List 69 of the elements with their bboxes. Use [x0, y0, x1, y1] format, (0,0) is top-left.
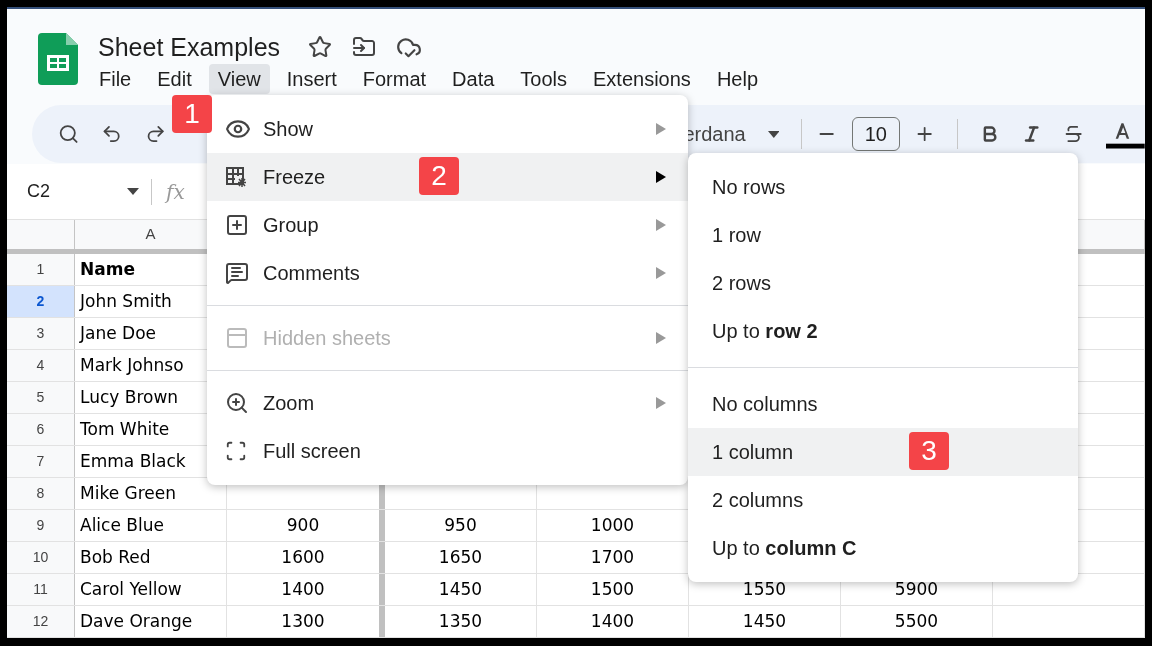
table-cell: 5500: [841, 606, 993, 637]
submenu-item[interactable]: Up to row 2: [688, 307, 1078, 355]
table-cell: 950: [385, 510, 537, 541]
menu-bar-item[interactable]: Data: [443, 64, 504, 94]
submenu-item[interactable]: 2 rows: [688, 259, 1078, 307]
menu-bar-item[interactable]: Tools: [511, 64, 577, 94]
table-cell: 900: [227, 510, 385, 541]
table-cell: 1450: [689, 606, 841, 637]
row-header[interactable]: 2: [7, 286, 75, 317]
table-cell: 1450: [385, 574, 537, 605]
step-badge: 2: [419, 157, 459, 195]
menu-bar-item[interactable]: Insert: [277, 64, 346, 94]
submenu-arrow-icon: [656, 123, 666, 135]
font-size-field[interactable]: 10: [851, 117, 900, 151]
menu-bar-item[interactable]: Format: [353, 64, 436, 94]
document-title[interactable]: Sheet Examples: [98, 31, 281, 63]
menu-bar-item[interactable]: Extensions: [584, 64, 700, 94]
row-header[interactable]: 7: [7, 446, 75, 477]
table-cell: Bob Red: [75, 542, 227, 573]
row-header[interactable]: 5: [7, 382, 75, 413]
menu-bar-item[interactable]: View: [208, 64, 270, 94]
submenu-arrow-icon: [656, 397, 666, 409]
plus-square-icon: [225, 213, 249, 237]
submenu-item[interactable]: No columns: [688, 380, 1078, 428]
menu-bar-item[interactable]: Help: [707, 64, 767, 94]
grid-icon: [225, 166, 247, 188]
table-cell: 1400: [537, 606, 689, 637]
search-icon[interactable]: [58, 123, 80, 145]
table-cell: Alice Blue: [75, 510, 227, 541]
row-header[interactable]: 3: [7, 318, 75, 349]
table-cell: 1400: [227, 574, 385, 605]
table-cell: 1600: [227, 542, 385, 573]
row-header[interactable]: 1: [7, 254, 75, 285]
row-header[interactable]: 12: [7, 606, 75, 637]
submenu-arrow-icon: [656, 267, 666, 279]
table-cell: 1300: [227, 606, 385, 637]
function-icon: fx: [166, 176, 185, 207]
row-header[interactable]: 8: [7, 478, 75, 509]
menu-bar-item[interactable]: File: [90, 64, 141, 94]
window-icon: [225, 326, 249, 350]
folder-icon[interactable]: [352, 35, 377, 59]
submenu-item[interactable]: Up to column C: [688, 524, 1078, 572]
step-badge: 3: [909, 432, 949, 470]
row-header[interactable]: 4: [7, 350, 75, 381]
table-cell: 1350: [385, 606, 537, 637]
name-box[interactable]: C2: [27, 178, 127, 205]
submenu-arrow-icon: [656, 171, 666, 183]
menu-bar-item[interactable]: Edit: [148, 64, 201, 94]
table-cell: 1650: [385, 542, 537, 573]
row-header[interactable]: 10: [7, 542, 75, 573]
row-header[interactable]: 9: [7, 510, 75, 541]
dropdown-caret-icon: [127, 188, 139, 195]
full-screen-icon: [225, 440, 247, 462]
undo-icon[interactable]: [101, 123, 123, 145]
submenu-item[interactable]: 1 row: [688, 211, 1078, 259]
submenu-arrow-icon: [656, 219, 666, 231]
star-icon[interactable]: [308, 35, 333, 59]
row-header[interactable]: 11: [7, 574, 75, 605]
row-header[interactable]: 6: [7, 414, 75, 445]
sheets-logo[interactable]: [38, 33, 78, 85]
submenu-item[interactable]: 2 columns: [688, 476, 1078, 524]
submenu-arrow-icon: [656, 332, 666, 344]
submenu-item[interactable]: No rows: [688, 163, 1078, 211]
table-cell: Carol Yellow: [75, 574, 227, 605]
caret-icon: [767, 130, 780, 138]
zoom-icon: [225, 391, 249, 415]
table-cell: Dave Orange: [75, 606, 227, 637]
comment-icon: [225, 261, 249, 285]
step-badge: 1: [172, 95, 212, 133]
